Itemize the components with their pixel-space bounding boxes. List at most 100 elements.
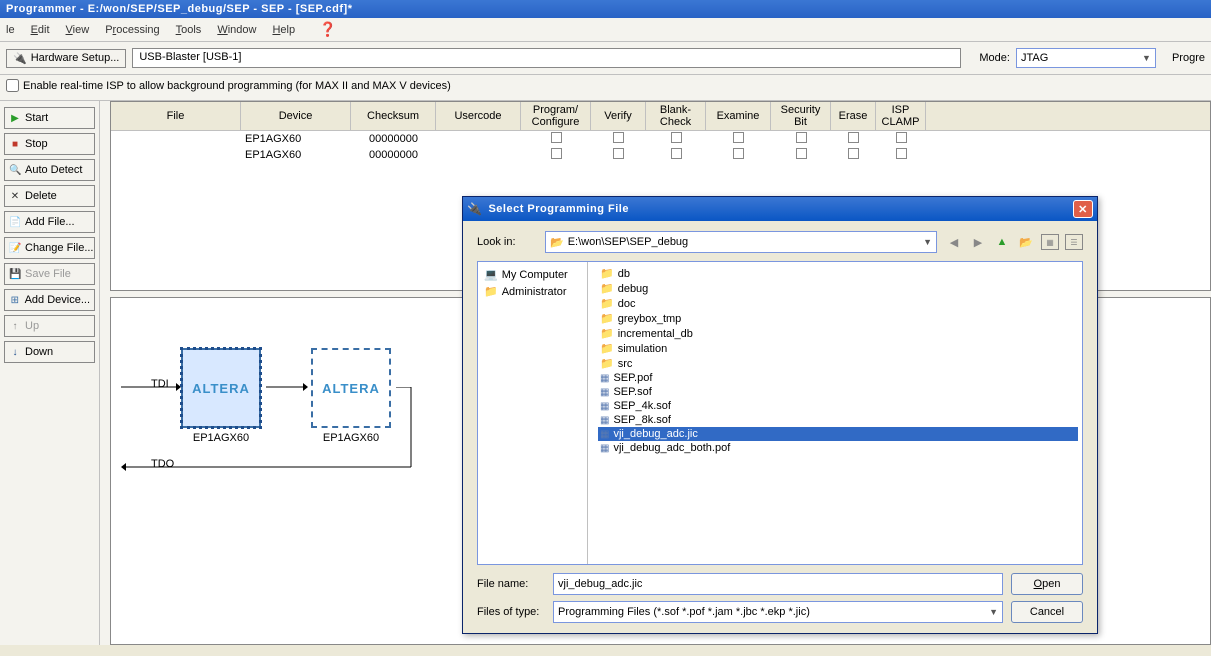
hardware-setup-button[interactable]: 🔌 Hardware Setup...	[6, 49, 126, 68]
file-name: simulation	[618, 343, 668, 355]
place-item[interactable]: 📁Administrator	[482, 283, 583, 300]
col-header[interactable]: Checksum	[351, 102, 436, 130]
file-item[interactable]: 📁incremental_db	[598, 326, 1078, 341]
help-icon[interactable]: ❓	[319, 21, 336, 38]
col-header[interactable]: Program/ Configure	[521, 102, 591, 130]
filename-row: File name: Open	[477, 573, 1083, 595]
cell-file	[111, 132, 241, 146]
file-item[interactable]: ▦SEP.pof	[598, 371, 1078, 385]
dialog-icon: 🔌	[467, 202, 482, 216]
detail-view-icon[interactable]: ☰	[1065, 234, 1083, 250]
checkbox[interactable]	[796, 132, 807, 143]
checkbox[interactable]	[733, 148, 744, 159]
list-view-icon[interactable]: ▦	[1041, 234, 1059, 250]
menu-help[interactable]: Help	[272, 24, 295, 36]
file-item[interactable]: ▦vji_debug_adc_both.pof	[598, 441, 1078, 455]
filetype-label: Files of type:	[477, 606, 545, 618]
realtime-isp-checkbox[interactable]	[6, 79, 19, 92]
open-button[interactable]: Open	[1011, 573, 1083, 595]
file-item[interactable]: 📁db	[598, 266, 1078, 281]
checkbox[interactable]	[671, 132, 682, 143]
mode-select[interactable]: JTAG ▼	[1016, 48, 1156, 68]
chevron-down-icon: ▼	[923, 237, 932, 247]
menu-bar: le Edit View Processing Tools Window Hel…	[0, 18, 1211, 42]
col-header[interactable]: Blank- Check	[646, 102, 706, 130]
file-item[interactable]: 📁doc	[598, 296, 1078, 311]
side-btn-add-device-[interactable]: ⊞Add Device...	[4, 289, 95, 311]
checkbox[interactable]	[896, 148, 907, 159]
new-folder-icon[interactable]: 📂	[1017, 233, 1035, 251]
side-btn-save-file[interactable]: 💾Save File	[4, 263, 95, 285]
menu-window[interactable]: Window	[217, 24, 256, 36]
col-header[interactable]: Usercode	[436, 102, 521, 130]
col-header[interactable]: Device	[241, 102, 351, 130]
checkbox[interactable]	[848, 132, 859, 143]
col-header[interactable]: File	[111, 102, 241, 130]
col-header[interactable]: Security Bit	[771, 102, 831, 130]
side-btn-change-file-[interactable]: 📝Change File...	[4, 237, 95, 259]
cell-check	[591, 132, 646, 146]
col-header[interactable]: Erase	[831, 102, 876, 130]
up-icon[interactable]: ▲	[993, 233, 1011, 251]
file-item[interactable]: 📁greybox_tmp	[598, 311, 1078, 326]
folder-icon: 📁	[600, 342, 614, 355]
side-btn-up[interactable]: ↑Up	[4, 315, 95, 337]
menu-file[interactable]: le	[6, 24, 15, 36]
menu-edit[interactable]: Edit	[31, 24, 50, 36]
side-btn-auto-detect[interactable]: 🔍Auto Detect	[4, 159, 95, 181]
file-item[interactable]: ▦SEP.sof	[598, 385, 1078, 399]
hardware-field: USB-Blaster [USB-1]	[132, 48, 961, 68]
table-row[interactable]: EP1AGX6000000000	[111, 131, 1210, 147]
folder-icon: 📁	[600, 282, 614, 295]
chain-return	[396, 387, 416, 467]
side-btn-stop[interactable]: ■Stop	[4, 133, 95, 155]
checkbox[interactable]	[551, 148, 562, 159]
cell-check	[831, 148, 876, 162]
checkbox[interactable]	[733, 132, 744, 143]
file-item[interactable]: ▦SEP_4k.sof	[598, 399, 1078, 413]
col-header[interactable]: ISP CLAMP	[876, 102, 926, 130]
folder-icon: 📁	[600, 297, 614, 310]
filetype-select[interactable]: Programming Files (*.sof *.pof *.jam *.j…	[553, 601, 1003, 623]
forward-icon[interactable]: ▶	[969, 233, 987, 251]
checkbox[interactable]	[613, 148, 624, 159]
menu-tools[interactable]: Tools	[176, 24, 202, 36]
lookin-select[interactable]: 📂 E:\won\SEP\SEP_debug ▼	[545, 231, 937, 253]
checkbox[interactable]	[671, 148, 682, 159]
chevron-down-icon: ▼	[989, 607, 998, 617]
col-header[interactable]: Examine	[706, 102, 771, 130]
chip-1[interactable]: ALTERA EP1AGX60	[181, 348, 261, 428]
back-icon[interactable]: ◀	[945, 233, 963, 251]
btn-icon: ↓	[9, 347, 21, 358]
file-name: vji_debug_adc_both.pof	[613, 442, 730, 454]
checkbox[interactable]	[896, 132, 907, 143]
side-btn-start[interactable]: ▶Start	[4, 107, 95, 129]
tdo-label: TDO	[151, 458, 174, 470]
side-btn-add-file-[interactable]: 📄Add File...	[4, 211, 95, 233]
filename-input[interactable]	[553, 573, 1003, 595]
btn-icon: ↑	[9, 321, 21, 332]
file-item[interactable]: ▦vji_debug_adc.jic	[598, 427, 1078, 441]
file-name: vji_debug_adc.jic	[613, 428, 697, 440]
table-row[interactable]: EP1AGX6000000000	[111, 147, 1210, 163]
col-header[interactable]: Verify	[591, 102, 646, 130]
checkbox[interactable]	[551, 132, 562, 143]
checkbox[interactable]	[848, 148, 859, 159]
file-item[interactable]: 📁src	[598, 356, 1078, 371]
hardware-toolbar: 🔌 Hardware Setup... USB-Blaster [USB-1] …	[0, 42, 1211, 75]
side-btn-down[interactable]: ↓Down	[4, 341, 95, 363]
file-item[interactable]: ▦SEP_8k.sof	[598, 413, 1078, 427]
file-item[interactable]: 📁 simulation	[598, 341, 1078, 356]
checkbox[interactable]	[613, 132, 624, 143]
folder-icon: 📁	[600, 267, 614, 280]
cell-check	[646, 132, 706, 146]
checkbox[interactable]	[796, 148, 807, 159]
menu-view[interactable]: View	[66, 24, 90, 36]
cancel-button[interactable]: Cancel	[1011, 601, 1083, 623]
menu-processing[interactable]: Processing	[105, 24, 159, 36]
side-btn-delete[interactable]: ✕Delete	[4, 185, 95, 207]
chip-2[interactable]: ALTERA EP1AGX60	[311, 348, 391, 428]
place-item[interactable]: 💻My Computer	[482, 266, 583, 283]
dialog-close-button[interactable]: ✕	[1073, 200, 1093, 218]
file-item[interactable]: 📁debug	[598, 281, 1078, 296]
